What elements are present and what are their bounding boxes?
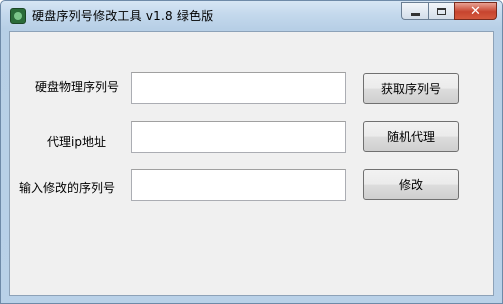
get-serial-button[interactable]: 获取序列号 [363, 73, 459, 104]
modify-button[interactable]: 修改 [363, 169, 459, 200]
random-proxy-button[interactable]: 随机代理 [363, 121, 459, 152]
close-button[interactable]: ✕ [454, 2, 497, 20]
maximize-icon [437, 7, 446, 15]
proxy-ip-input[interactable] [131, 121, 346, 153]
minimize-button[interactable] [401, 2, 428, 20]
window-title: 硬盘序列号修改工具 v1.8 绿色版 [32, 9, 214, 23]
disk-serial-label: 硬盘物理序列号 [35, 80, 120, 94]
caption-buttons: ✕ [401, 2, 497, 21]
new-serial-input[interactable] [131, 169, 346, 201]
title-bar[interactable]: 硬盘序列号修改工具 v1.8 绿色版 ✕ [1, 1, 502, 31]
app-icon [10, 8, 26, 24]
maximize-button[interactable] [428, 2, 454, 20]
disk-serial-input[interactable] [131, 72, 346, 104]
form-panel: 硬盘物理序列号 获取序列号 代理ip地址 随机代理 输入修改的序列号 修改 [9, 31, 494, 296]
app-window: 硬盘序列号修改工具 v1.8 绿色版 ✕ 硬盘物理序列号 获取序列号 代理ip地… [0, 0, 503, 304]
minimize-icon [410, 12, 420, 16]
close-icon: ✕ [470, 3, 481, 19]
new-serial-label: 输入修改的序列号 [19, 181, 116, 195]
proxy-ip-label: 代理ip地址 [47, 135, 106, 149]
